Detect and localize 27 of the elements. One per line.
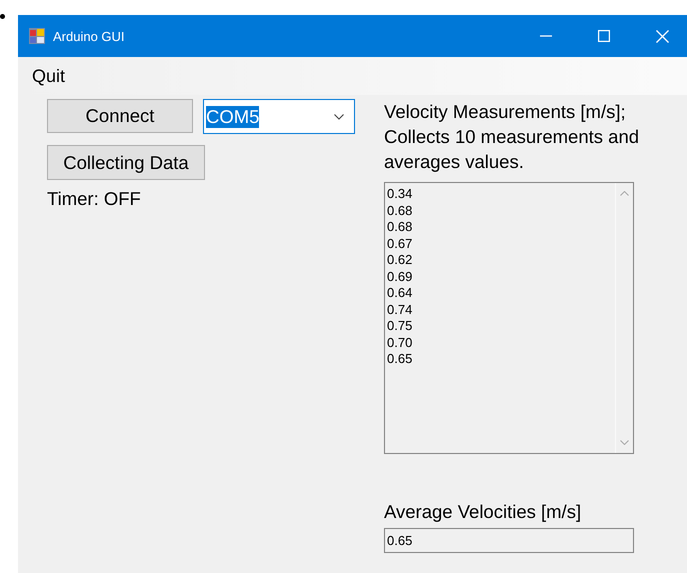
measurement-value: 0.74: [387, 302, 412, 318]
measurements-label: Velocity Measurements [m/s]; Collects 10 measurements and averages values.: [384, 100, 640, 174]
measurements-list[interactable]: 0.34 0.68 0.68 0.67 0.62 0.69 0.64 0.74 0.75 0.70 0.65: [384, 182, 634, 454]
measurement-value: 0.65: [387, 351, 412, 368]
menu-item[interactable]: Quit: [18, 66, 72, 86]
average-field: 0.65: [384, 528, 634, 553]
measurement-value: 0.68: [387, 202, 412, 219]
measurement-value: 0.75: [387, 318, 412, 334]
port-value: COM5: [206, 106, 260, 128]
bullet-dot: [0, 14, 5, 19]
port-dropdown[interactable]: COM5: [203, 99, 355, 134]
measurement-value: 0.70: [387, 334, 412, 351]
measurement-value: 0.67: [387, 236, 412, 252]
window-title: Arduino GUI: [53, 28, 125, 44]
measurement-value: 0.68: [387, 219, 412, 236]
maximize-icon[interactable]: [598, 30, 610, 42]
average-label: Average Velocities [m/s]: [384, 500, 582, 524]
connect-button[interactable]: Connect: [47, 99, 193, 133]
close-icon[interactable]: [656, 30, 669, 42]
timer-label: Timer: OFF: [47, 188, 141, 210]
app-icon: [29, 28, 45, 44]
measurement-value: 0.34: [387, 186, 412, 202]
collect-button[interactable]: Collecting Data: [47, 145, 205, 180]
measurement-value: 0.64: [387, 285, 412, 302]
measurement-value: 0.62: [387, 252, 412, 268]
measurement-value: 0.69: [387, 268, 412, 285]
caret-icon: [334, 114, 344, 120]
